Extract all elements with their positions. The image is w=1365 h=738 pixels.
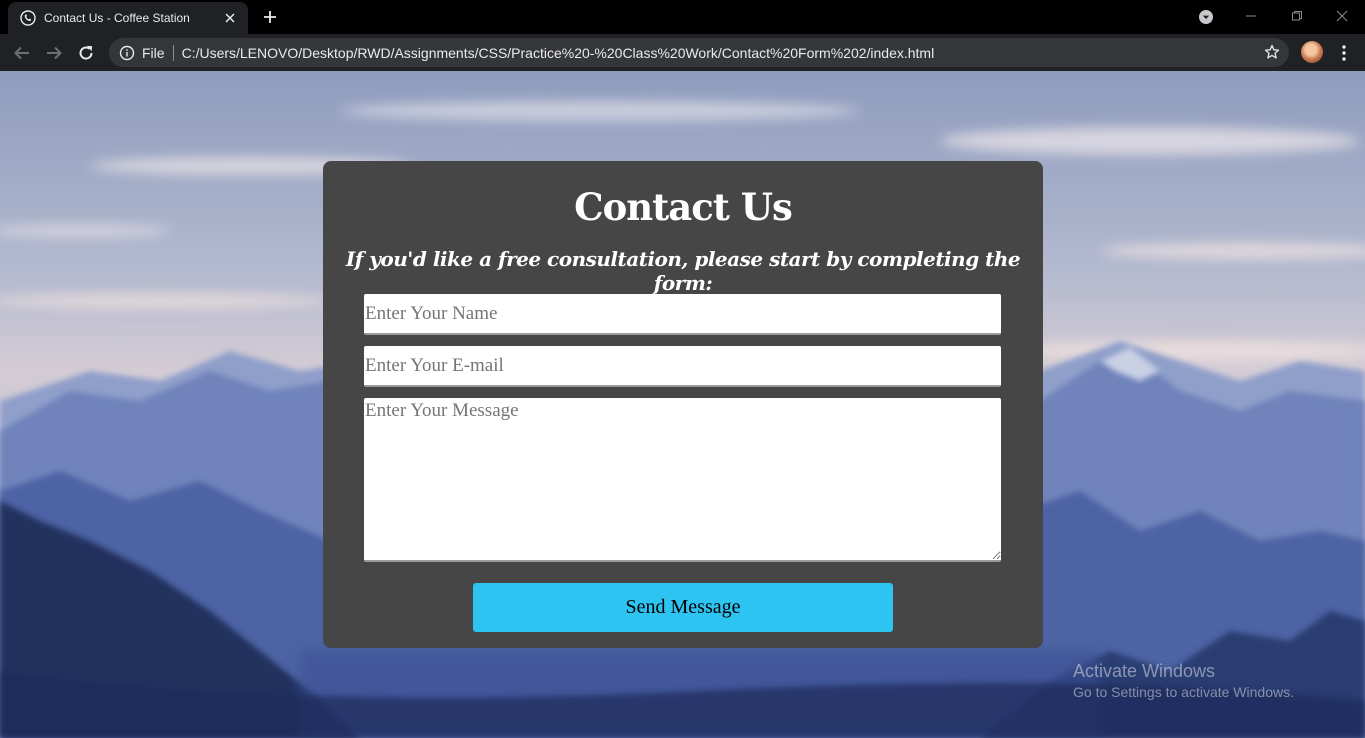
windows-activation-watermark: Activate Windows Go to Settings to activ… bbox=[1073, 661, 1294, 700]
email-field[interactable] bbox=[364, 346, 1001, 387]
page-title: Contact Us bbox=[574, 185, 793, 229]
reload-icon[interactable] bbox=[75, 42, 97, 64]
info-icon[interactable] bbox=[119, 45, 135, 61]
window-close-icon[interactable] bbox=[1319, 0, 1365, 32]
back-icon[interactable] bbox=[11, 42, 33, 64]
url-text[interactable]: C:/Users/LENOVO/Desktop/RWD/Assignments/… bbox=[182, 45, 935, 61]
address-bar[interactable]: File C:/Users/LENOVO/Desktop/RWD/Assignm… bbox=[109, 38, 1289, 67]
page-viewport: Contact Us If you'd like a free consulta… bbox=[0, 71, 1365, 738]
forward-icon[interactable] bbox=[43, 42, 65, 64]
plus-icon[interactable] bbox=[260, 7, 280, 27]
chevron-down-icon[interactable] bbox=[1198, 9, 1214, 25]
watermark-title: Activate Windows bbox=[1073, 661, 1216, 681]
avatar[interactable] bbox=[1301, 41, 1323, 63]
tab-strip: Contact Us - Coffee Station bbox=[0, 0, 1365, 34]
contact-form-card: Contact Us If you'd like a free consulta… bbox=[323, 161, 1043, 648]
star-icon[interactable] bbox=[1264, 44, 1280, 60]
minimize-icon[interactable] bbox=[1228, 0, 1274, 32]
name-field[interactable] bbox=[364, 294, 1001, 335]
tab-title: Contact Us - Coffee Station bbox=[44, 11, 190, 25]
form-subtitle: If you'd like a free consultation, pleas… bbox=[345, 247, 1021, 295]
watermark-subtitle: Go to Settings to activate Windows. bbox=[1073, 684, 1294, 700]
browser-tab[interactable]: Contact Us - Coffee Station bbox=[8, 2, 248, 34]
omnibox-divider bbox=[172, 44, 174, 61]
restore-icon[interactable] bbox=[1274, 0, 1320, 32]
phone-favicon-icon bbox=[20, 10, 36, 26]
message-field[interactable] bbox=[364, 398, 1001, 562]
kebab-menu-icon[interactable] bbox=[1336, 43, 1352, 63]
browser-toolbar: File C:/Users/LENOVO/Desktop/RWD/Assignm… bbox=[0, 34, 1365, 71]
send-message-button[interactable]: Send Message bbox=[473, 583, 893, 632]
close-icon[interactable] bbox=[222, 10, 238, 26]
url-scheme-label: File bbox=[142, 44, 165, 61]
